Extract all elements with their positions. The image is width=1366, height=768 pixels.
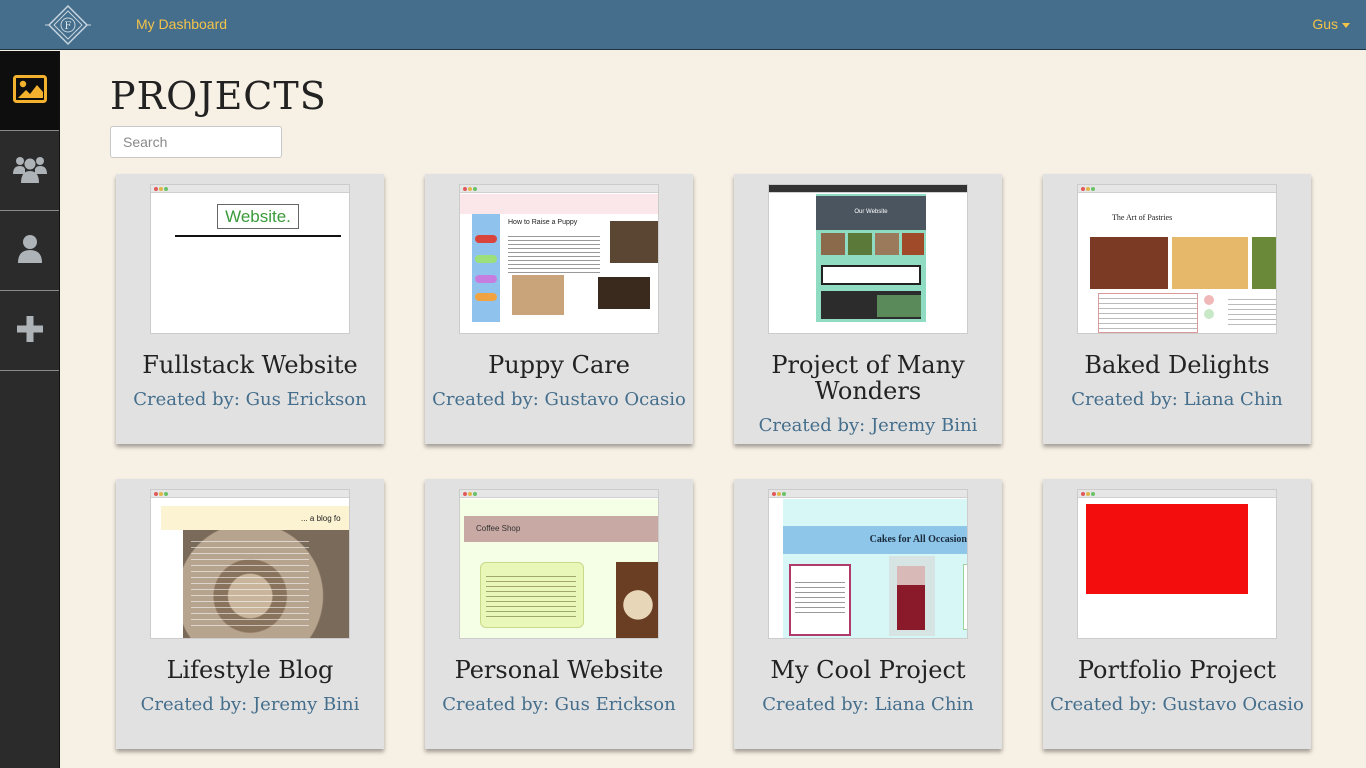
project-title: Lifestyle Blog [166, 656, 334, 684]
project-creator: Created by: Gus Erickson [133, 389, 367, 410]
project-card[interactable]: ... a blog fo Lifestyle Blog Created by:… [116, 479, 384, 749]
sidebar [0, 51, 60, 768]
caret-down-icon [1342, 22, 1350, 28]
thumbnail-text: Cakes for All Occasion [869, 534, 967, 545]
project-card[interactable]: Website. Fullstack Website Created by: G… [116, 174, 384, 444]
project-creator: Created by: Gustavo Ocasio [1050, 694, 1304, 715]
thumbnail-text: ... a blog fo [301, 514, 341, 523]
plus-icon [16, 315, 43, 346]
project-title: Project of Many Wonders [771, 351, 965, 405]
thumbnail-text: How to Raise a Puppy [508, 219, 578, 226]
project-creator: Created by: Gustavo Ocasio [432, 389, 686, 410]
user-icon [17, 234, 43, 268]
project-creator: Created by: Liana Chin [762, 694, 974, 715]
users-icon [12, 154, 48, 188]
user-name: Gus [1312, 16, 1338, 32]
project-title: Personal Website [454, 656, 664, 684]
thumbnail-text: Our Website [854, 209, 888, 215]
project-thumbnail [1077, 489, 1277, 639]
project-title: Portfolio Project [1077, 656, 1277, 684]
project-creator: Created by: Liana Chin [1071, 389, 1283, 410]
project-card[interactable]: How to Raise a Puppy Puppy Care Created … [425, 174, 693, 444]
logo-icon[interactable]: F [45, 3, 91, 47]
project-title: Puppy Care [488, 351, 630, 379]
project-creator: Created by: Gus Erickson [442, 694, 676, 715]
project-thumbnail: Cakes for All Occasion [768, 489, 968, 639]
project-thumbnail: The Art of Pastries [1077, 184, 1277, 334]
image-icon [12, 74, 47, 107]
project-card[interactable]: Portfolio Project Created by: Gustavo Oc… [1043, 479, 1311, 749]
user-menu-dropdown[interactable]: Gus [1312, 16, 1350, 32]
logo-letter: F [65, 21, 72, 32]
thumbnail-text: The Art of Pastries [1112, 213, 1173, 222]
project-card[interactable]: Our Website Project of Many Wonders Crea… [734, 174, 1002, 444]
project-creator: Created by: Jeremy Bini [758, 415, 978, 436]
search-input[interactable] [110, 126, 282, 158]
top-navbar: F My Dashboard Gus [0, 0, 1366, 50]
project-title: Baked Delights [1084, 351, 1270, 379]
project-thumbnail: Website. [150, 184, 350, 334]
project-title: Fullstack Website [142, 351, 358, 379]
sidebar-item-add-project[interactable] [0, 291, 59, 371]
project-title: My Cool Project [770, 656, 966, 684]
project-creator: Created by: Jeremy Bini [140, 694, 360, 715]
project-thumbnail: ... a blog fo [150, 489, 350, 639]
project-card[interactable]: Coffee Shop Personal Website Created by:… [425, 479, 693, 749]
project-thumbnail: Coffee Shop [459, 489, 659, 639]
thumbnail-text: Website. [217, 204, 299, 229]
project-card[interactable]: Cakes for All Occasion My Cool Project C… [734, 479, 1002, 749]
sidebar-item-projects[interactable] [0, 51, 59, 131]
page-title: PROJECTS [110, 74, 327, 118]
sidebar-item-profile[interactable] [0, 211, 59, 291]
project-thumbnail: Our Website [768, 184, 968, 334]
thumbnail-text: Coffee Shop [476, 524, 521, 533]
sidebar-item-groups[interactable] [0, 131, 59, 211]
my-dashboard-link[interactable]: My Dashboard [136, 16, 227, 32]
project-thumbnail: How to Raise a Puppy [459, 184, 659, 334]
project-card[interactable]: The Art of Pastries Baked Delights Creat… [1043, 174, 1311, 444]
